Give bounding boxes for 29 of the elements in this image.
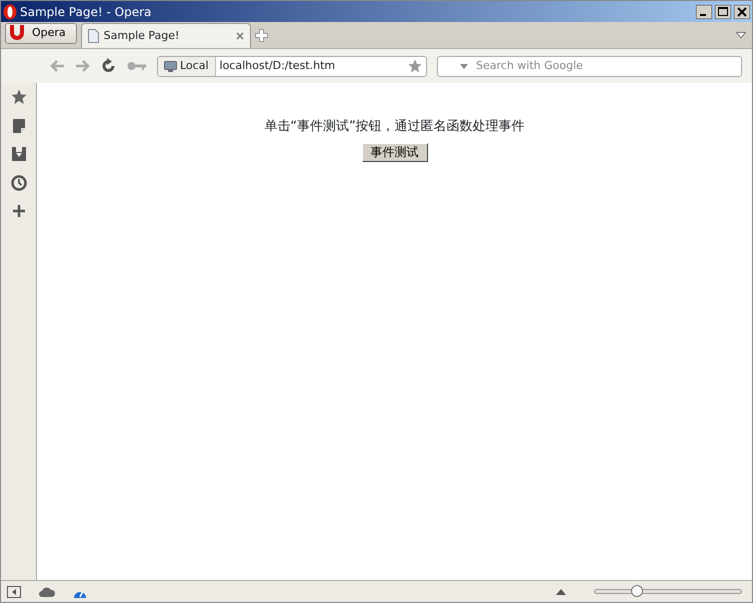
minimize-button[interactable]: [696, 4, 712, 18]
expand-up-icon[interactable]: [556, 588, 566, 594]
cloud-icon[interactable]: [39, 586, 55, 597]
browser-tab[interactable]: Sample Page!: [80, 23, 251, 48]
slider-thumb[interactable]: [631, 585, 644, 597]
opera-logo-icon: [3, 4, 17, 20]
opera-logo-icon: [9, 25, 25, 41]
bookmark-star-icon[interactable]: [408, 59, 422, 73]
monitor-icon: [164, 60, 177, 72]
notes-icon[interactable]: [12, 119, 26, 133]
page-icon: [88, 29, 99, 43]
event-test-button[interactable]: 事件测试: [362, 142, 428, 162]
tab-menu-icon[interactable]: [736, 32, 746, 39]
reload-icon[interactable]: [101, 58, 117, 74]
close-button[interactable]: [734, 4, 750, 18]
search-field[interactable]: Search with Google: [437, 56, 742, 76]
maximize-button[interactable]: [715, 4, 731, 18]
add-panel-icon[interactable]: [12, 205, 24, 217]
close-tab-icon[interactable]: [236, 32, 244, 40]
new-tab-icon[interactable]: [254, 29, 268, 42]
panel-toggle-icon[interactable]: [7, 586, 21, 598]
window-title: Sample Page! - Opera: [20, 4, 152, 20]
dropdown-caret-icon[interactable]: [460, 64, 468, 68]
history-clock-icon[interactable]: [10, 175, 26, 191]
instruction-text: 单击“事件测试”按钮，通过匿名函数处理事件: [264, 118, 525, 136]
bookmarks-star-icon[interactable]: [10, 89, 26, 105]
address-field[interactable]: Local localhost/D:/test.htm: [157, 56, 427, 76]
downloads-icon[interactable]: [12, 147, 26, 161]
opera-menu-button[interactable]: Opera: [5, 23, 77, 44]
